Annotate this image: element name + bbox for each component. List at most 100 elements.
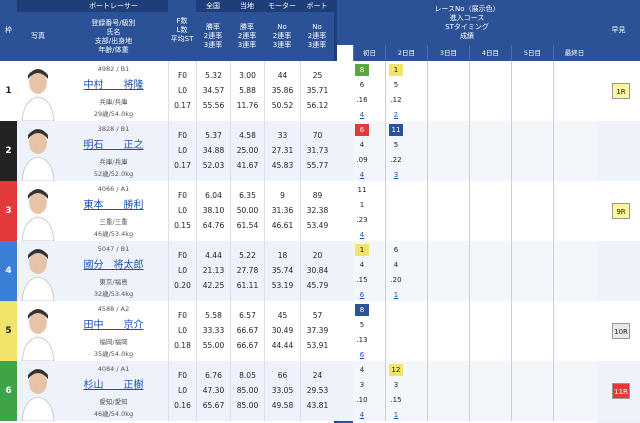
racer-id: 4982 / B1 xyxy=(97,65,130,73)
stat-value: 47.30 xyxy=(202,386,225,395)
race-entry: 8 xyxy=(355,304,369,316)
boat-header: ボート xyxy=(300,0,334,12)
racer-name-link[interactable]: 杉山 正樹 xyxy=(59,376,168,391)
stat-value: 55.00 xyxy=(202,341,225,350)
ahead-race-badge[interactable]: 10R xyxy=(612,323,630,339)
race-result-link[interactable]: 4 xyxy=(355,409,369,421)
racer-branch: 三重/三重 xyxy=(99,218,128,226)
stat-column: 89 32.38 53.49 xyxy=(300,181,334,241)
grid-line xyxy=(427,241,428,301)
racer-age-weight: 46歳/53.4kg xyxy=(93,230,134,238)
racer-name-link[interactable]: 中村 将隆 xyxy=(59,76,168,91)
grid-line xyxy=(469,61,470,121)
stat-column: 6.35 50.00 61.54 xyxy=(230,181,264,241)
stat-column: 8.05 85.00 85.00 xyxy=(230,361,264,421)
stat-value: 45 xyxy=(277,311,288,320)
grid-line xyxy=(469,361,470,421)
race-entry: 6 xyxy=(355,124,369,136)
racer-name-link[interactable]: 東本 勝利 xyxy=(59,196,168,211)
race-entry: 5 xyxy=(393,141,399,149)
race-entry: .22 xyxy=(390,156,402,164)
stat-value: L0 xyxy=(178,326,187,335)
stat-value: 46.61 xyxy=(271,221,294,230)
stat-value: 42.25 xyxy=(202,281,225,290)
grid-line xyxy=(553,241,554,301)
grid-line xyxy=(385,121,386,181)
race-header: レースNo（展示色） 進入コース STタイミング 成績 xyxy=(337,0,597,45)
grid-line xyxy=(511,301,512,361)
stat-value: 35.86 xyxy=(271,86,294,95)
racer-age-weight: 46歳/54.0kg xyxy=(93,410,134,418)
stat-value: 45.83 xyxy=(271,161,294,170)
grid-line xyxy=(427,181,428,241)
stat-column: 5.37 34.88 52.03 xyxy=(196,121,230,181)
stat-value: 85.00 xyxy=(236,386,259,395)
stat-value: L0 xyxy=(178,206,187,215)
waku-header: 枠 xyxy=(0,0,17,61)
stat-value: 34.57 xyxy=(202,86,225,95)
racer-header: ボートレーサー xyxy=(59,0,168,12)
stat-value: 0.16 xyxy=(174,401,191,410)
racer-branch: 兵庫/兵庫 xyxy=(99,158,128,166)
stat-value: 5.58 xyxy=(205,311,222,320)
racer-name-link[interactable]: 國分 将太郎 xyxy=(59,256,168,271)
stat-column: F0 L0 0.17 xyxy=(168,61,196,121)
race-entry: 11 xyxy=(357,186,367,194)
stat-column: 4.58 25.00 41.67 xyxy=(230,121,264,181)
race-result-link[interactable]: 4 xyxy=(355,169,369,181)
race-result-link[interactable]: 1 xyxy=(389,409,403,421)
racer-age-weight: 35歳/54.0kg xyxy=(93,350,134,358)
race-result-link[interactable]: 3 xyxy=(389,169,403,181)
stat-value: 50.00 xyxy=(236,206,259,215)
grid-line xyxy=(553,181,554,241)
stat-value: L0 xyxy=(178,386,187,395)
stat-value: F0 xyxy=(177,251,188,260)
racer-photo xyxy=(17,361,59,421)
racer-row: 1 4982 / B1 中村 将隆 兵庫/兵庫 29歳/54.0kg F0 L0 0.17 5.… xyxy=(0,61,640,121)
race-result-link[interactable]: 6 xyxy=(355,289,369,301)
stat-value: 56.12 xyxy=(306,101,329,110)
ahead-race-badge[interactable]: 9R xyxy=(612,203,630,219)
stat-value: 33.05 xyxy=(271,386,294,395)
grid-line xyxy=(385,241,386,301)
race-result-link[interactable]: 4 xyxy=(355,109,369,121)
race-entry: .13 xyxy=(356,336,368,344)
race-result-link[interactable]: 2 xyxy=(389,109,403,121)
racer-name-link[interactable]: 明石 正之 xyxy=(59,136,168,151)
race-entry: .15 xyxy=(390,396,402,404)
race-result-link[interactable]: 6 xyxy=(355,349,369,361)
stat-value: 30.84 xyxy=(306,266,329,275)
stat-value: L0 xyxy=(178,86,187,95)
racer-age-weight: 29歳/54.0kg xyxy=(93,110,134,118)
stat-value: 44 xyxy=(277,71,288,80)
race-entry: .16 xyxy=(356,96,368,104)
stat-value: 9 xyxy=(280,191,285,200)
stat-value: 64.76 xyxy=(202,221,225,230)
stat-value: 30.49 xyxy=(271,326,294,335)
ahead-race-badge[interactable]: 1R xyxy=(612,83,630,99)
local-header: 当地 xyxy=(230,0,264,12)
stat-column: 70 31.73 55.77 xyxy=(300,121,334,181)
racer-name-link[interactable]: 田中 京介 xyxy=(59,316,168,331)
stat-value: F0 xyxy=(177,131,188,140)
grid-line xyxy=(511,361,512,421)
day-col-header: 4日目 xyxy=(469,45,511,61)
stat-value: 31.36 xyxy=(271,206,294,215)
race-entry: 1 xyxy=(359,201,365,209)
race-result-link[interactable]: 1 xyxy=(389,289,403,301)
racer-info: 4084 / A1 杉山 正樹 愛知/愛知 46歳/54.0kg xyxy=(59,361,168,421)
motor-header: モーター xyxy=(264,0,300,12)
race-entry: 6 xyxy=(393,246,399,254)
racer-id: 4066 / A1 xyxy=(97,185,130,193)
waku-number: 4 xyxy=(0,241,17,301)
stat-value: 6.04 xyxy=(205,191,222,200)
racer-branch: 兵庫/兵庫 xyxy=(99,98,128,106)
stat-value: 24 xyxy=(312,371,323,380)
grid-line xyxy=(553,121,554,181)
race-result-link[interactable]: 4 xyxy=(355,229,369,241)
grid-line xyxy=(511,241,512,301)
grid-line xyxy=(553,61,554,121)
ahead-race-badge[interactable]: 11R xyxy=(612,383,630,399)
racer-info: 4588 / A2 田中 京介 福岡/福岡 35歳/54.0kg xyxy=(59,301,168,361)
stat-column: 9 31.36 46.61 xyxy=(264,181,300,241)
